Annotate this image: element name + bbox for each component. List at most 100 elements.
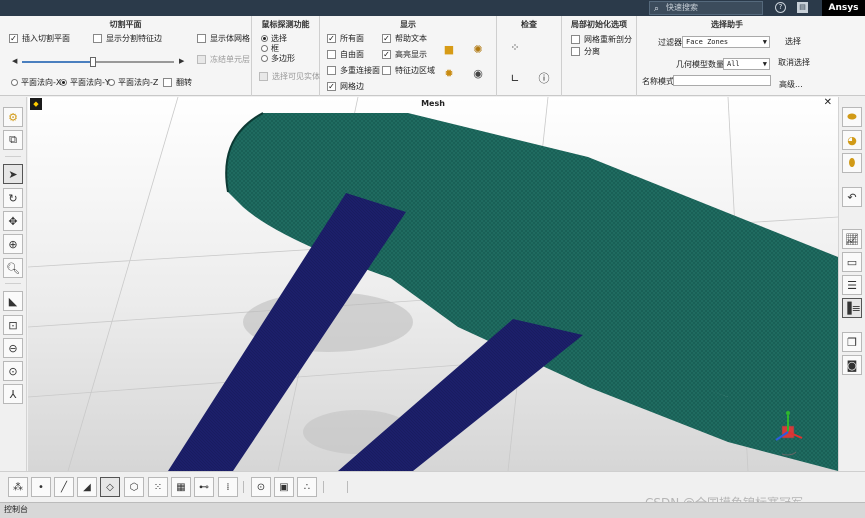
slider-right-arrow[interactable]: ▶ <box>179 57 184 65</box>
copy-icon[interactable]: ❐ <box>842 332 862 352</box>
all-faces-checkbox[interactable]: 所有面 <box>327 33 364 44</box>
selection-helper-title: 选择助手 <box>711 20 743 29</box>
checkbox-label: 特征边区域 <box>395 66 435 75</box>
remesh-checkbox[interactable]: 网格重新剖分 <box>571 34 632 45</box>
mouse-probe-title: 鼠标探测功能 <box>261 20 310 29</box>
zoom-drag-icon[interactable]: ⊕ <box>3 234 23 254</box>
checkbox-box <box>327 82 336 91</box>
table-icon[interactable]: ▭ <box>842 252 862 272</box>
record-icon[interactable]: ◙ <box>842 355 862 375</box>
local-init-section: 局部初始化选项 网格重新剖分 分离 <box>562 16 637 96</box>
select-line-icon[interactable]: ⊷ <box>194 477 214 497</box>
help-icon[interactable]: ? <box>775 2 786 13</box>
visibility-eye-icon[interactable]: ◉ <box>469 64 487 82</box>
select-button[interactable]: 选择 <box>785 36 801 47</box>
face-color-icon[interactable]: ■ <box>440 40 458 58</box>
geometry-count-dropdown[interactable]: All ▼ <box>723 58 770 70</box>
select-region-icon[interactable]: ⁞ <box>218 477 238 497</box>
feature-edge-checkbox[interactable]: 特征边区域 <box>382 65 435 76</box>
pan-icon[interactable]: ✥ <box>3 211 23 231</box>
zoom-fit-icon[interactable]: ⊙ <box>3 361 23 381</box>
probe-polygon-radio[interactable]: 多边形 <box>261 53 295 64</box>
clipping-plane-slider[interactable] <box>22 57 174 67</box>
checkbox-label: 显示体网格 <box>210 34 250 43</box>
axes-icon[interactable]: ⅄ <box>3 384 23 404</box>
display-mesh-icon[interactable]: ⚙ <box>3 107 23 127</box>
properties-icon[interactable]: ▐≡ <box>842 298 862 318</box>
mesh-edges-checkbox[interactable]: 网格边 <box>327 81 364 92</box>
checkbox-label: 显示分割特征边 <box>106 34 162 43</box>
select-node-icon[interactable]: • <box>31 477 51 497</box>
radio-dot <box>108 79 115 86</box>
free-faces-checkbox[interactable]: 自由面 <box>327 49 364 60</box>
left-toolbar: ⚙ ⧉ ➤ ↻ ✥ ⊕ 🔍︎ ◣ ⊡ ⊖ ⊙ ⅄ <box>0 97 27 502</box>
graphics-viewport[interactable]: ◆ Mesh ✕ <box>28 97 838 471</box>
show-volume-mesh-checkbox[interactable]: 显示体网格 <box>197 33 250 44</box>
multi-connected-checkbox[interactable]: 多重连接面 <box>327 65 380 76</box>
select-body-icon[interactable]: ⬡ <box>124 477 144 497</box>
radio-dot <box>261 45 268 52</box>
angle-icon[interactable]: ∟ <box>506 69 524 87</box>
checkbox-label: 选择可见实体 <box>272 72 320 81</box>
slider-thumb[interactable] <box>90 57 97 67</box>
chevron-down-icon: ▼ <box>762 38 767 46</box>
separate-checkbox[interactable]: 分离 <box>571 46 600 57</box>
select-zone-icon[interactable]: ◇ <box>100 477 120 497</box>
highlight-checkbox[interactable]: 高亮显示 <box>382 49 427 60</box>
inspect-title: 检查 <box>521 20 537 29</box>
cut-tube-icon[interactable]: ⊙ <box>251 477 271 497</box>
documentation-icon[interactable]: ▤ <box>797 2 808 13</box>
help-text-checkbox[interactable]: 帮助文本 <box>382 33 427 44</box>
mesh-node-icon[interactable]: ✹ <box>440 64 458 82</box>
select-grid-icon[interactable]: ▦ <box>171 477 191 497</box>
select-visible-checkbox[interactable]: 选择可见实体 <box>259 71 320 82</box>
select-object-icon[interactable]: ⁙ <box>148 477 168 497</box>
report-icon[interactable]: ☰ <box>842 275 862 295</box>
plot-icon[interactable]: 📈︎ <box>842 229 862 249</box>
radio-dot <box>261 35 268 42</box>
pattern-icon[interactable]: ∴ <box>297 477 317 497</box>
checkbox-label: 多重连接面 <box>340 66 380 75</box>
undo-view-icon[interactable]: ↶ <box>842 187 862 207</box>
show-cut-edges-checkbox[interactable]: 显示分割特征边 <box>93 33 162 44</box>
surface-mesh-icon[interactable]: ⬬ <box>842 107 862 127</box>
freeze-cells-checkbox[interactable]: 冻结单元层 <box>197 54 250 65</box>
cube-select-icon[interactable]: ▣ <box>274 477 294 497</box>
radio-dot <box>60 79 67 86</box>
close-icon[interactable]: ✕ <box>824 97 832 108</box>
probe-icon[interactable]: ◣ <box>3 291 23 311</box>
filter-dropdown[interactable]: Face Zones ▼ <box>682 36 770 48</box>
toolbar-divider <box>243 481 244 493</box>
viewport-title: Mesh <box>421 99 445 108</box>
rotate-icon[interactable]: ↻ <box>3 188 23 208</box>
advanced-button[interactable]: 高级... <box>779 79 803 90</box>
select-face-icon[interactable]: ◢ <box>77 477 97 497</box>
toolbar-divider <box>5 156 21 157</box>
normal-x-radio[interactable]: 平面法向-X <box>11 77 61 88</box>
shape-icon[interactable]: ◕ <box>842 130 862 150</box>
name-pattern-input[interactable] <box>673 75 771 86</box>
mesh-scene[interactable] <box>28 97 838 471</box>
deselect-button[interactable]: 取消选择 <box>778 57 810 68</box>
view-cube-icon[interactable]: ⧉ <box>3 130 23 150</box>
checkbox-box <box>382 50 391 59</box>
lighting-icon[interactable]: ✺ <box>469 40 487 58</box>
info-icon[interactable]: ⓘ <box>535 69 553 87</box>
zoom-box-icon[interactable]: ⊡ <box>3 315 23 335</box>
volume-icon[interactable]: ⬮ <box>842 153 862 173</box>
connectivity-icon[interactable]: ⁘ <box>506 38 524 56</box>
checkbox-label: 冻结单元层 <box>210 55 250 64</box>
zoom-icon[interactable]: 🔍︎ <box>3 258 23 278</box>
search-input[interactable]: ⌕ 快速搜索 <box>649 1 763 15</box>
insert-clipping-plane-checkbox[interactable]: 插入切割平面 <box>9 33 70 44</box>
console-bar[interactable]: 控制台 <box>0 502 865 518</box>
slider-left-arrow[interactable]: ◀ <box>12 57 17 65</box>
normal-y-radio[interactable]: 平面法向-Y <box>60 77 110 88</box>
checkbox-box <box>327 34 336 43</box>
select-point-icon[interactable]: ⁂ <box>8 477 28 497</box>
pointer-icon[interactable]: ➤ <box>3 164 23 184</box>
select-edge-icon[interactable]: ╱ <box>54 477 74 497</box>
flip-checkbox[interactable]: 翻转 <box>163 77 192 88</box>
normal-z-radio[interactable]: 平面法向-Z <box>108 77 158 88</box>
zoom-out-icon[interactable]: ⊖ <box>3 338 23 358</box>
